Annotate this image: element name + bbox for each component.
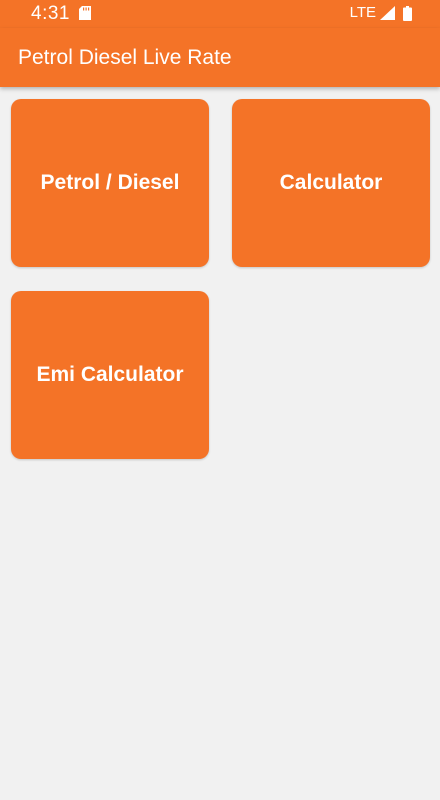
- signal-icon: [380, 6, 395, 20]
- app-title: Petrol Diesel Live Rate: [18, 46, 232, 69]
- emi-calculator-button[interactable]: Emi Calculator: [11, 291, 209, 459]
- calculator-label: Calculator: [279, 171, 383, 194]
- battery-icon: [403, 5, 412, 21]
- sd-card-icon: [79, 6, 91, 20]
- petrol-diesel-button[interactable]: Petrol / Diesel: [11, 99, 209, 267]
- network-type-label: LTE: [349, 4, 376, 21]
- petrol-diesel-label: Petrol / Diesel: [40, 171, 180, 194]
- status-bar: 4:31 LTE: [0, 0, 440, 28]
- app-bar: Petrol Diesel Live Rate: [0, 28, 440, 87]
- status-icons: LTE: [350, 3, 412, 23]
- status-time: 4:31: [31, 3, 70, 24]
- emi-calculator-label: Emi Calculator: [36, 363, 184, 386]
- calculator-button[interactable]: Calculator: [232, 99, 430, 267]
